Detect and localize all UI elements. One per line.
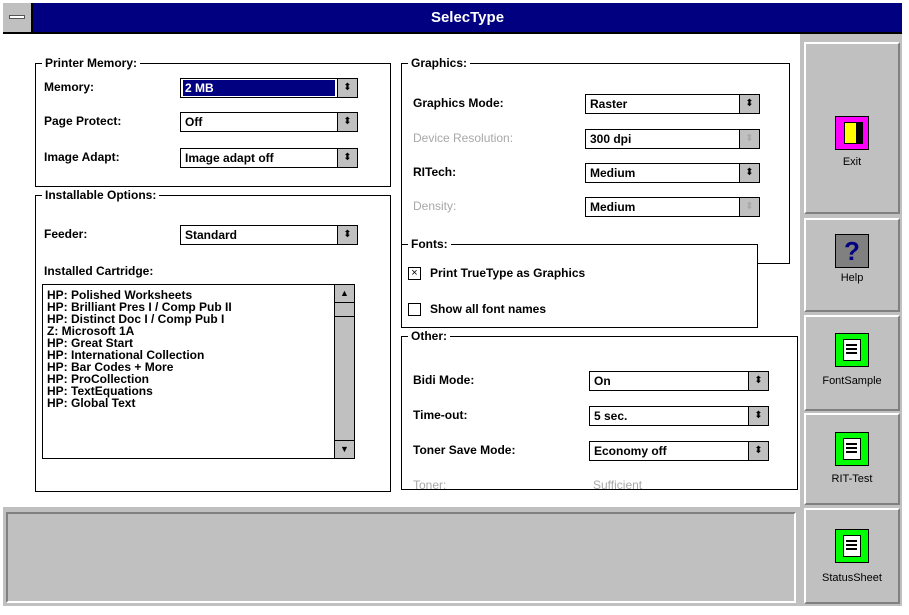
image-adapt-label: Image Adapt: bbox=[44, 150, 120, 164]
exit-button-label: Exit bbox=[842, 156, 862, 168]
page-protect-value: Off bbox=[185, 115, 203, 129]
font-sample-button[interactable]: FontSample bbox=[804, 315, 900, 411]
time-out-value: 5 sec. bbox=[594, 409, 628, 423]
list-item[interactable]: HP: Global Text bbox=[47, 397, 135, 409]
time-out-label: Time-out: bbox=[413, 408, 468, 422]
feeder-label: Feeder: bbox=[44, 227, 88, 241]
show-all-fonts-label[interactable]: Show all font names bbox=[430, 301, 546, 317]
toner-save-mode-label: Toner Save Mode: bbox=[413, 443, 516, 457]
scroll-down-icon[interactable]: ▼ bbox=[335, 440, 354, 458]
bidi-mode-value: On bbox=[594, 374, 611, 388]
graphics-mode-value: Raster bbox=[590, 97, 628, 111]
ritech-label: RITech: bbox=[413, 165, 457, 179]
font-sample-icon bbox=[835, 333, 869, 367]
scroll-thumb[interactable] bbox=[335, 303, 354, 317]
other-group: Other: Bidi Mode: On ⬍ Time-out: 5 sec. … bbox=[401, 328, 798, 492]
combo-arrow-icon[interactable]: ⬍ bbox=[337, 113, 357, 131]
combo-arrow-icon[interactable]: ⬍ bbox=[739, 164, 759, 182]
ritech-value: Medium bbox=[590, 166, 636, 180]
combo-arrow-icon[interactable]: ⬍ bbox=[337, 79, 357, 97]
page-protect-combo[interactable]: Off ⬍ bbox=[180, 112, 358, 132]
bidi-mode-combo[interactable]: On ⬍ bbox=[589, 371, 769, 391]
help-button-label: Help bbox=[840, 272, 864, 284]
help-mark: ? bbox=[844, 236, 860, 266]
fonts-group: Fonts: × Print TrueType as Graphics Show… bbox=[401, 236, 758, 328]
device-resolution-combo: 300 dpi ⬍ bbox=[585, 129, 760, 149]
client-area: Printer Memory: Memory: 2 MB ⬍ Page Prot… bbox=[3, 34, 902, 606]
combo-arrow-icon[interactable]: ⬍ bbox=[739, 198, 759, 216]
toner-label: Toner: bbox=[413, 478, 447, 492]
installed-cartridge-label: Installed Cartridge: bbox=[44, 264, 154, 278]
show-all-fonts-checkbox[interactable] bbox=[408, 303, 421, 316]
font-sample-button-label: FontSample bbox=[822, 375, 882, 387]
device-resolution-value: 300 dpi bbox=[590, 132, 632, 146]
combo-arrow-icon[interactable]: ⬍ bbox=[337, 149, 357, 167]
memory-label: Memory: bbox=[44, 80, 95, 94]
memory-value: 2 MB bbox=[183, 80, 335, 96]
settings-panel: Printer Memory: Memory: 2 MB ⬍ Page Prot… bbox=[3, 34, 800, 507]
device-resolution-label: Device Resolution: bbox=[413, 131, 514, 145]
density-combo[interactable]: Medium ⬍ bbox=[585, 197, 760, 217]
ritech-combo[interactable]: Medium ⬍ bbox=[585, 163, 760, 183]
help-icon: ? bbox=[835, 234, 869, 268]
window-title: SelecType bbox=[430, 9, 505, 26]
combo-arrow-icon[interactable]: ⬍ bbox=[337, 226, 357, 244]
toner-save-mode-combo[interactable]: Economy off ⬍ bbox=[589, 441, 769, 461]
printer-memory-group: Printer Memory: Memory: 2 MB ⬍ Page Prot… bbox=[35, 55, 391, 187]
system-menu-icon bbox=[9, 15, 25, 19]
time-out-combo[interactable]: 5 sec. ⬍ bbox=[589, 406, 769, 426]
help-button[interactable]: ? Help bbox=[804, 218, 900, 312]
graphics-mode-label: Graphics Mode: bbox=[413, 96, 504, 110]
status-sheet-button[interactable]: StatusSheet bbox=[804, 508, 900, 604]
rit-test-button-label: RIT-Test bbox=[831, 473, 873, 485]
combo-arrow-icon[interactable]: ⬍ bbox=[748, 442, 768, 460]
exit-door-icon bbox=[835, 116, 869, 150]
cartridge-listbox[interactable]: HP: Polished Worksheets HP: Brilliant Pr… bbox=[42, 284, 355, 459]
combo-arrow-icon[interactable]: ⬍ bbox=[748, 372, 768, 390]
feeder-value: Standard bbox=[185, 228, 238, 242]
printer-memory-group-label: Printer Memory: bbox=[42, 55, 141, 71]
density-value: Medium bbox=[590, 200, 636, 214]
scroll-up-icon[interactable]: ▲ bbox=[335, 285, 354, 303]
rit-test-icon bbox=[835, 432, 869, 466]
combo-arrow-icon[interactable]: ⬍ bbox=[748, 407, 768, 425]
toner-value: Sufficient bbox=[593, 478, 643, 492]
print-truetype-label[interactable]: Print TrueType as Graphics bbox=[430, 265, 585, 281]
installable-options-group: Installable Options: Feeder: Standard ⬍ … bbox=[35, 187, 391, 492]
status-sheet-button-label: StatusSheet bbox=[822, 572, 882, 584]
title-bar[interactable]: SelecType bbox=[3, 3, 902, 34]
graphics-group-label: Graphics: bbox=[408, 55, 471, 71]
combo-arrow-icon[interactable]: ⬍ bbox=[739, 95, 759, 113]
other-group-label: Other: bbox=[408, 328, 450, 344]
fonts-group-label: Fonts: bbox=[408, 236, 451, 252]
cartridge-scrollbar[interactable]: ▲ ▼ bbox=[334, 285, 354, 458]
image-adapt-value: Image adapt off bbox=[185, 151, 274, 165]
installable-options-group-label: Installable Options: bbox=[42, 187, 160, 203]
print-truetype-checkbox[interactable]: × bbox=[408, 267, 421, 280]
graphics-mode-combo[interactable]: Raster ⬍ bbox=[585, 94, 760, 114]
status-area bbox=[6, 512, 796, 603]
combo-arrow-icon: ⬍ bbox=[739, 130, 759, 148]
selectype-window: SelecType Printer Memory: Memory: 2 MB ⬍… bbox=[3, 3, 902, 606]
image-adapt-combo[interactable]: Image adapt off ⬍ bbox=[180, 148, 358, 168]
density-label: Density: bbox=[413, 199, 457, 213]
feeder-combo[interactable]: Standard ⬍ bbox=[180, 225, 358, 245]
page-protect-label: Page Protect: bbox=[44, 114, 122, 128]
graphics-group: Graphics: Graphics Mode: Raster ⬍ Device… bbox=[401, 55, 790, 264]
exit-button[interactable]: Exit bbox=[804, 42, 900, 214]
system-menu-button[interactable] bbox=[3, 3, 33, 32]
toner-save-mode-value: Economy off bbox=[594, 444, 667, 458]
rit-test-button[interactable]: RIT-Test bbox=[804, 413, 900, 505]
status-sheet-icon bbox=[835, 529, 869, 563]
memory-combo[interactable]: 2 MB ⬍ bbox=[180, 78, 358, 98]
bidi-mode-label: Bidi Mode: bbox=[413, 373, 475, 387]
